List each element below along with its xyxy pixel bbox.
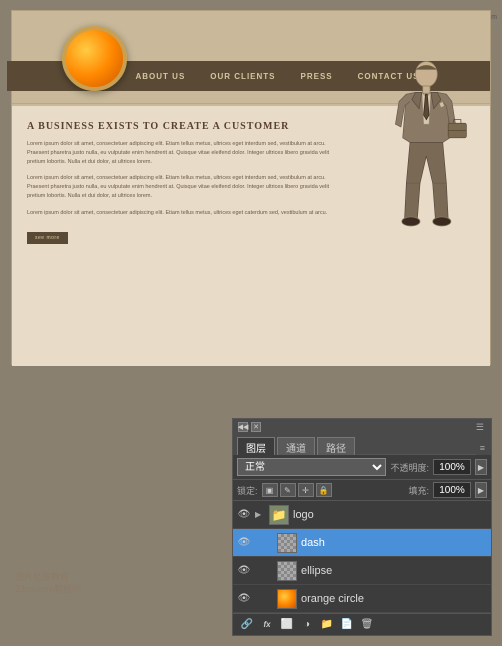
- ps-expand-btn[interactable]: ◀◀: [238, 422, 248, 432]
- layer-dash[interactable]: 👁 dash: [233, 529, 491, 557]
- blend-mode-select[interactable]: 正常: [237, 458, 386, 476]
- lorem-block-1: Lorem ipsum dolor sit amet, consectetuer…: [27, 140, 345, 166]
- fx-btn[interactable]: fx: [259, 617, 275, 633]
- group-btn[interactable]: 📁: [319, 617, 335, 633]
- layer-thumb-dash: [277, 533, 297, 553]
- ps-panel: ◀◀ ✕ ☰ 图层 通道 路径 ≡ 正常 不透明度: 100% ▶ 锁定: ▣ …: [232, 418, 492, 636]
- content-left: A BUSINESS EXISTS TO CREATE A CUSTOMER L…: [27, 116, 345, 358]
- layer-name-dash: dash: [301, 537, 487, 549]
- logo-circle: [62, 26, 127, 91]
- lorem-block-3: Lorem ipsum dolor sit amet, consectetuer…: [27, 209, 345, 218]
- layer-arrow-logo[interactable]: ▶: [255, 510, 265, 519]
- ps-collapse-btn[interactable]: ✕: [251, 422, 261, 432]
- layer-eye-dash[interactable]: 👁: [237, 536, 251, 550]
- watermark: 图片处理教程 23ps.com教程网: [15, 571, 81, 596]
- adjustment-btn[interactable]: ◑: [299, 617, 315, 633]
- link-layers-btn[interactable]: 🔗: [239, 617, 255, 633]
- mask-btn[interactable]: ⬜: [279, 617, 295, 633]
- opacity-label: 不透明度:: [390, 461, 429, 474]
- ps-bottom-icons: 🔗 fx ⬜ ◑ 📁 📄 🗑: [239, 617, 375, 633]
- opacity-arrow[interactable]: ▶: [475, 459, 487, 475]
- opacity-value[interactable]: 100%: [433, 459, 471, 475]
- nav-press[interactable]: PRESS: [301, 72, 333, 81]
- watermark-line1: 图片处理教程: [15, 571, 81, 584]
- ps-lock-row: 锁定: ▣ ✎ ✛ 🔒 填充: 100% ▶: [233, 480, 491, 501]
- tab-layers[interactable]: 图层: [237, 437, 275, 455]
- fill-label: 填充:: [408, 484, 429, 497]
- layer-logo[interactable]: 👁 ▶ 📁 logo: [233, 501, 491, 529]
- ps-panel-titlebar: ◀◀ ✕ ☰: [233, 419, 491, 435]
- man-illustration: [365, 56, 475, 256]
- nav-about[interactable]: ABOUT US: [136, 72, 186, 81]
- lock-label: 锁定:: [237, 484, 258, 497]
- site-headline: A BUSINESS EXISTS TO CREATE A CUSTOMER: [27, 121, 345, 132]
- lock-all-btn[interactable]: 🔒: [316, 483, 332, 497]
- nav-clients[interactable]: OUR CLIENTS: [210, 72, 275, 81]
- layer-thumb-ellipse: [277, 561, 297, 581]
- lorem-text-1: Lorem ipsum dolor sit amet, consectetuer…: [27, 140, 345, 166]
- layer-name-logo: logo: [293, 509, 487, 521]
- lock-pixels-btn[interactable]: ▣: [262, 483, 278, 497]
- layer-eye-logo[interactable]: 👁: [237, 508, 251, 522]
- layer-thumb-logo: 📁: [269, 505, 289, 525]
- lorem-text-3: Lorem ipsum dolor sit amet, consectetuer…: [27, 209, 345, 218]
- delete-layer-btn[interactable]: 🗑: [359, 617, 375, 633]
- tab-channels[interactable]: 通道: [277, 437, 315, 455]
- layer-eye-ellipse[interactable]: 👁: [237, 564, 251, 578]
- panel-options-btn[interactable]: ≡: [478, 443, 487, 455]
- watermark-line2: 23ps.com教程网: [15, 583, 81, 596]
- ps-blend-row: 正常 不透明度: 100% ▶: [233, 455, 491, 480]
- fill-arrow[interactable]: ▶: [475, 482, 487, 498]
- site-content: A BUSINESS EXISTS TO CREATE A CUSTOMER L…: [12, 106, 490, 366]
- see-more-button[interactable]: see more: [27, 232, 68, 244]
- layer-orange-circle[interactable]: 👁 orange circle: [233, 585, 491, 613]
- ps-lock-icons: ▣ ✎ ✛ 🔒: [262, 483, 332, 497]
- ps-tabs: 图层 通道 路径 ≡: [233, 435, 491, 455]
- lorem-block-2: Lorem ipsum dolor sit amet, consectetuer…: [27, 174, 345, 200]
- website-preview: HOME ABOUT US OUR CLIENTS PRESS CONTACT …: [11, 10, 491, 365]
- ps-menu-btn[interactable]: ☰: [474, 422, 486, 433]
- content-right: [355, 116, 475, 358]
- lorem-text-2: Lorem ipsum dolor sit amet, consectetuer…: [27, 174, 345, 200]
- new-layer-btn[interactable]: 📄: [339, 617, 355, 633]
- layer-name-ellipse: ellipse: [301, 565, 487, 577]
- ps-layers-list: 👁 ▶ 📁 logo 👁 dash 👁 ellipse: [233, 501, 491, 613]
- layer-eye-orange[interactable]: 👁: [237, 592, 251, 606]
- lock-move-btn[interactable]: ✛: [298, 483, 314, 497]
- ps-header-controls: ◀◀ ✕: [238, 422, 261, 432]
- lock-position-btn[interactable]: ✎: [280, 483, 296, 497]
- layer-thumb-orange: [277, 589, 297, 609]
- ps-bottom-bar: 🔗 fx ⬜ ◑ 📁 📄 🗑: [233, 613, 491, 635]
- layer-name-orange: orange circle: [301, 593, 487, 605]
- fill-value[interactable]: 100%: [433, 482, 471, 498]
- tab-paths[interactable]: 路径: [317, 437, 355, 455]
- layer-ellipse[interactable]: 👁 ellipse: [233, 557, 491, 585]
